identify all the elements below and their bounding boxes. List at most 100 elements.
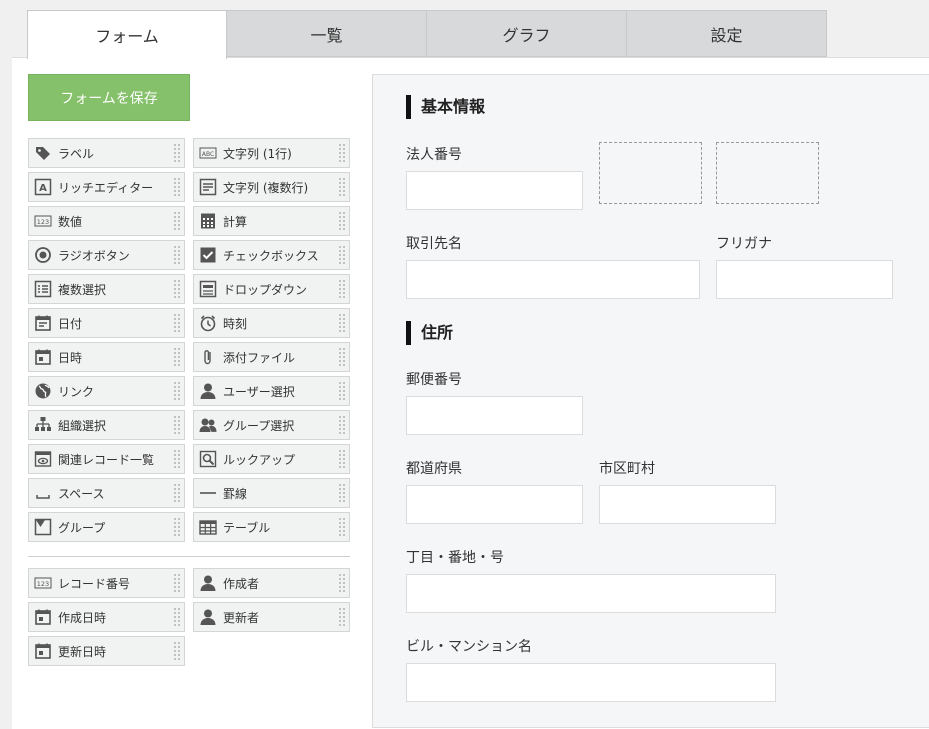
prefecture-field[interactable]: [406, 485, 583, 524]
palette-item[interactable]: 123 レコード番号: [28, 568, 185, 598]
palette-item[interactable]: 関連レコード一覧: [28, 444, 185, 474]
drag-handle-icon[interactable]: [338, 313, 346, 333]
street-field[interactable]: [406, 574, 776, 613]
drag-handle-icon[interactable]: [338, 245, 346, 265]
drag-handle-icon[interactable]: [173, 177, 181, 197]
palette-item-label: 更新日時: [58, 644, 107, 659]
palette-item-label: 更新者: [223, 610, 260, 625]
palette-item[interactable]: チェックボックス: [193, 240, 350, 270]
palette-item[interactable]: 複数選択: [28, 274, 185, 304]
number-icon: 123: [34, 212, 52, 230]
drag-handle-icon[interactable]: [173, 245, 181, 265]
section-heading-basic-info: 基本情報: [406, 95, 485, 119]
drag-handle-icon[interactable]: [338, 483, 346, 503]
palette-item-label: 時刻: [223, 316, 248, 331]
drag-handle-icon[interactable]: [338, 143, 346, 163]
svg-text:A: A: [39, 183, 47, 194]
drag-handle-icon[interactable]: [173, 211, 181, 231]
palette-item[interactable]: 日時: [28, 342, 185, 372]
drag-handle-icon[interactable]: [173, 573, 181, 593]
palette-item-label: 複数選択: [58, 282, 107, 297]
drag-handle-icon[interactable]: [338, 517, 346, 537]
palette-item[interactable]: ラベル: [28, 138, 185, 168]
blank-space-field[interactable]: [716, 142, 819, 204]
tab-settings[interactable]: 設定: [627, 10, 827, 57]
label-building: ビル・マンション名: [406, 639, 532, 655]
palette-item[interactable]: ルックアップ: [193, 444, 350, 474]
label-street: 丁目・番地・号: [406, 550, 504, 566]
related-records-icon: [34, 450, 52, 468]
drag-handle-icon[interactable]: [338, 415, 346, 435]
palette-item-label: ユーザー選択: [223, 384, 295, 399]
palette-item[interactable]: 日付: [28, 308, 185, 338]
palette-item[interactable]: ユーザー選択: [193, 376, 350, 406]
tab-graph[interactable]: グラフ: [427, 10, 627, 57]
palette-item[interactable]: 組織選択: [28, 410, 185, 440]
palette-divider: [28, 556, 350, 557]
drag-handle-icon[interactable]: [338, 211, 346, 231]
blank-space-field[interactable]: [599, 142, 702, 204]
abc-text-icon: ABC: [199, 144, 217, 162]
palette-item[interactable]: 添付ファイル: [193, 342, 350, 372]
datetime-icon: [34, 642, 52, 660]
svg-text:123: 123: [37, 218, 49, 226]
drag-handle-icon[interactable]: [173, 381, 181, 401]
drag-handle-icon[interactable]: [338, 381, 346, 401]
palette-item[interactable]: 更新者: [193, 602, 350, 632]
drag-handle-icon[interactable]: [173, 313, 181, 333]
drag-handle-icon[interactable]: [173, 641, 181, 661]
drag-handle-icon[interactable]: [338, 449, 346, 469]
tab-form[interactable]: フォーム: [27, 10, 227, 59]
palette-item[interactable]: ラジオボタン: [28, 240, 185, 270]
palette-item[interactable]: 更新日時: [28, 636, 185, 666]
globe-icon: [34, 382, 52, 400]
drag-handle-icon[interactable]: [173, 517, 181, 537]
drag-handle-icon[interactable]: [338, 607, 346, 627]
palette-item[interactable]: A リッチエディター: [28, 172, 185, 202]
drag-handle-icon[interactable]: [173, 279, 181, 299]
drag-handle-icon[interactable]: [338, 347, 346, 367]
palette-item[interactable]: ドロップダウン: [193, 274, 350, 304]
building-field[interactable]: [406, 663, 776, 702]
svg-text:ABC: ABC: [202, 151, 214, 158]
palette-item[interactable]: 罫線: [193, 478, 350, 508]
tab-bar: フォーム 一覧 グラフ 設定: [27, 10, 827, 59]
calculator-icon: [199, 212, 217, 230]
drag-handle-icon[interactable]: [338, 573, 346, 593]
palette-item[interactable]: テーブル: [193, 512, 350, 542]
palette-item-label: 添付ファイル: [223, 350, 296, 365]
drag-handle-icon[interactable]: [173, 607, 181, 627]
palette-item-label: 組織選択: [58, 418, 107, 433]
palette-item[interactable]: リンク: [28, 376, 185, 406]
drag-handle-icon[interactable]: [173, 143, 181, 163]
postal-code-field[interactable]: [406, 396, 583, 435]
tab-list[interactable]: 一覧: [227, 10, 427, 57]
drag-handle-icon[interactable]: [173, 449, 181, 469]
org-icon: [34, 416, 52, 434]
palette-item[interactable]: 123 数値: [28, 206, 185, 236]
palette-item-label: 計算: [223, 214, 248, 229]
palette-item[interactable]: 作成日時: [28, 602, 185, 632]
palette-item-label: 数値: [58, 214, 83, 229]
drag-handle-icon[interactable]: [173, 415, 181, 435]
save-form-button[interactable]: フォームを保存: [28, 74, 190, 121]
drag-handle-icon[interactable]: [173, 483, 181, 503]
date-icon: [34, 314, 52, 332]
palette-item[interactable]: グループ選択: [193, 410, 350, 440]
palette-item[interactable]: 時刻: [193, 308, 350, 338]
drag-handle-icon[interactable]: [338, 279, 346, 299]
drag-handle-icon[interactable]: [338, 177, 346, 197]
palette-item[interactable]: ABC 文字列 (1行): [193, 138, 350, 168]
drag-handle-icon[interactable]: [173, 347, 181, 367]
palette-item-label: レコード番号: [58, 576, 131, 591]
city-field[interactable]: [599, 485, 776, 524]
corporate-number-field[interactable]: [406, 171, 583, 210]
palette-item-label: グループ: [58, 520, 106, 535]
palette-item[interactable]: スペース: [28, 478, 185, 508]
palette-item[interactable]: 文字列 (複数行): [193, 172, 350, 202]
client-name-field[interactable]: [406, 260, 700, 299]
palette-item[interactable]: 作成者: [193, 568, 350, 598]
palette-item[interactable]: 計算: [193, 206, 350, 236]
furigana-field[interactable]: [716, 260, 893, 299]
palette-item[interactable]: グループ: [28, 512, 185, 542]
